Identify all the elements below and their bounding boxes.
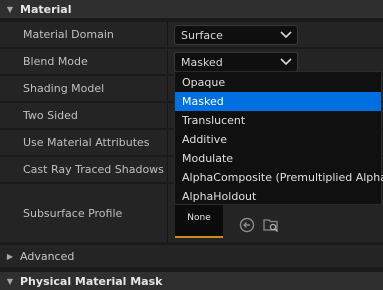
material-category-header[interactable]: ▼ Material [0, 0, 383, 18]
blend-mode-combo[interactable]: Masked [174, 52, 298, 72]
dropdown-option-opaque[interactable]: Opaque [175, 73, 381, 92]
expand-arrow-icon[interactable]: ▶ [0, 252, 20, 261]
collapse-arrow-icon[interactable]: ▼ [0, 5, 20, 14]
material-domain-row: Material Domain Surface [0, 22, 383, 48]
subsurface-profile-label: Subsurface Profile [23, 207, 123, 220]
dropdown-option-alphaholdout[interactable]: AlphaHoldout [175, 187, 381, 206]
column-divider[interactable] [167, 130, 168, 155]
dropdown-option-modulate[interactable]: Modulate [175, 149, 381, 168]
dropdown-option-translucent[interactable]: Translucent [175, 111, 381, 130]
blend-mode-label: Blend Mode [23, 55, 88, 68]
column-divider[interactable] [167, 157, 168, 182]
physical-material-mask-title: Physical Material Mask [20, 274, 163, 288]
blend-mode-value: Masked [181, 55, 223, 69]
advanced-row[interactable]: ▶ Advanced [0, 245, 383, 267]
physical-material-mask-category-header[interactable]: ▼ Physical Material Mask [0, 272, 383, 290]
column-divider[interactable] [167, 184, 168, 242]
column-divider[interactable] [167, 22, 168, 47]
use-selected-asset-icon[interactable] [238, 216, 256, 234]
chevron-down-icon [275, 52, 297, 72]
dropdown-option-additive[interactable]: Additive [175, 130, 381, 149]
material-domain-label: Material Domain [23, 28, 114, 41]
dropdown-option-masked[interactable]: Masked [175, 92, 381, 111]
shading-model-label: Shading Model [23, 82, 105, 95]
column-divider[interactable] [167, 76, 168, 101]
dropdown-option-alphacomposite[interactable]: AlphaComposite (Premultiplied Alpha) [175, 168, 383, 187]
collapse-arrow-icon[interactable]: ▼ [0, 277, 20, 286]
blend-mode-dropdown: Opaque Masked Translucent Additive Modul… [174, 71, 383, 206]
advanced-label: Advanced [20, 249, 75, 263]
chevron-down-icon [275, 25, 297, 45]
two-sided-label: Two Sided [23, 109, 78, 122]
browse-asset-icon[interactable] [262, 216, 280, 234]
column-divider[interactable] [167, 49, 168, 74]
material-category-title: Material [20, 2, 72, 16]
use-material-attributes-label: Use Material Attributes [23, 136, 150, 149]
material-domain-combo[interactable]: Surface [174, 25, 298, 45]
column-divider[interactable] [167, 103, 168, 128]
material-domain-value: Surface [181, 28, 223, 42]
cast-ray-traced-shadows-label: Cast Ray Traced Shadows [23, 163, 164, 176]
subsurface-profile-value: None [187, 213, 211, 223]
